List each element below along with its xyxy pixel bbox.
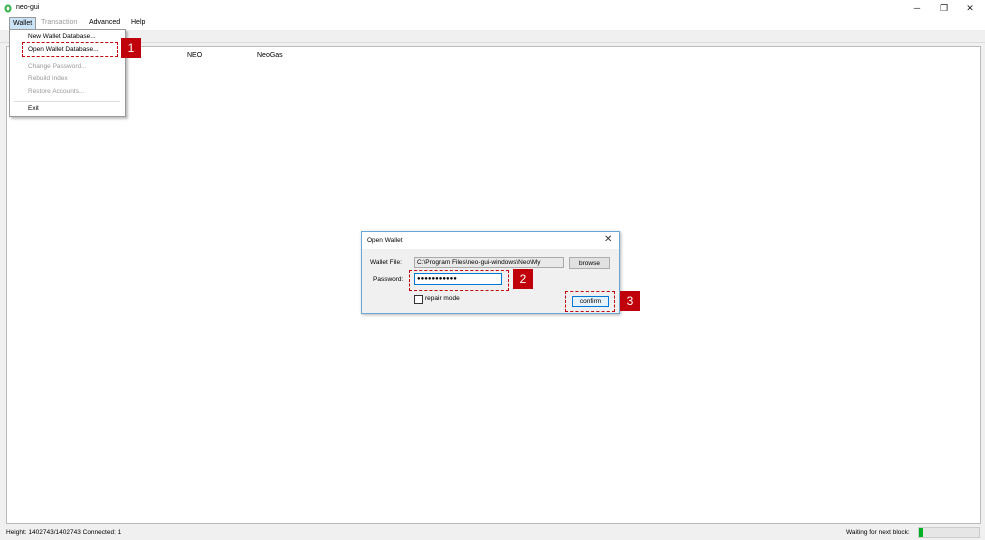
column-header-neogas[interactable]: NeoGas — [257, 52, 283, 59]
close-button[interactable]: ✕ — [959, 2, 981, 15]
status-height-text: Height: 1402743/1402743 Connected: 1 — [6, 529, 122, 536]
menu-advanced[interactable]: Advanced — [86, 17, 123, 29]
menu-separator — [14, 101, 120, 102]
menu-item-rebuild-index: Rebuild Index — [28, 75, 68, 82]
minimize-button[interactable]: ─ — [906, 2, 928, 15]
menu-item-exit[interactable]: Exit — [28, 105, 39, 112]
block-progress-bar — [918, 527, 980, 538]
title-bar — [0, 0, 985, 17]
menu-item-new-wallet[interactable]: New Wallet Database... — [28, 33, 96, 40]
menu-transaction[interactable]: Transaction — [38, 17, 80, 29]
wallet-file-label: Wallet File: — [370, 259, 402, 266]
repair-mode-label: repair mode — [425, 295, 460, 302]
repair-mode-checkbox[interactable] — [414, 295, 423, 304]
dialog-title: Open Wallet — [367, 237, 403, 244]
status-bar — [0, 526, 985, 540]
block-progress-fill — [919, 528, 924, 537]
restore-button[interactable]: ❐ — [933, 2, 955, 15]
highlight-box-3 — [565, 291, 615, 312]
highlight-box-1 — [22, 42, 118, 57]
wallet-file-input[interactable] — [414, 257, 564, 268]
callout-badge-3: 3 — [620, 291, 640, 311]
window-title: neo-gui — [16, 4, 40, 11]
menu-item-restore-accounts: Restore Accounts... — [28, 88, 85, 95]
callout-badge-2: 2 — [513, 269, 533, 289]
menu-item-change-password: Change Password... — [28, 63, 87, 70]
callout-badge-1: 1 — [121, 38, 141, 58]
browse-button[interactable]: browse — [569, 257, 610, 269]
tab-strip — [0, 30, 985, 43]
menu-help[interactable]: Help — [128, 17, 148, 29]
status-waiting-text: Waiting for next block: — [846, 529, 910, 536]
neo-app-icon — [4, 4, 12, 13]
password-label: Password: — [373, 276, 404, 283]
highlight-box-2 — [409, 270, 509, 291]
column-header-neo[interactable]: NEO — [187, 52, 202, 59]
dialog-close-icon[interactable]: ✕ — [604, 234, 612, 245]
